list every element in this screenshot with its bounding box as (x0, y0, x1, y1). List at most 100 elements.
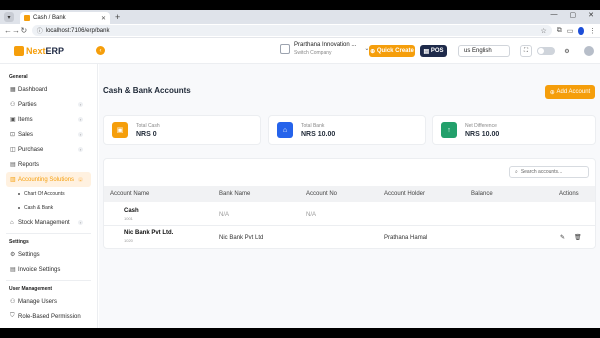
subitem-chart-of-accounts[interactable]: Chart Of Accounts (0, 187, 97, 201)
file-icon: ▤ (10, 162, 16, 168)
main-content: Cash & Bank Accounts ⊕ Add Account ▣ Tot… (99, 64, 600, 328)
table-row[interactable]: Nic Bank Pvt Ltd. 1020 Nic Bank Pvt Ltd P… (104, 227, 595, 249)
sidebar-item-stock[interactable]: ⌂ Stock Management › (0, 215, 97, 230)
browser-menu-icon[interactable]: ⋮ (589, 27, 596, 35)
settings-gear-icon[interactable]: ⚙ (561, 45, 573, 57)
card-label: Total Bank (301, 122, 325, 129)
theme-toggle[interactable] (537, 47, 555, 55)
card-value: NRS 10.00 (301, 130, 336, 138)
extensions-icon[interactable]: ⧉ (557, 27, 562, 35)
address-bar[interactable]: ⓘ localhost:7106/erp/bank ☆ (31, 25, 552, 36)
logo-text-next: Next (26, 45, 46, 56)
logo-mark-icon (14, 45, 24, 56)
company-name: Prarthana Innovation ... (294, 42, 357, 48)
tab-search-icon[interactable]: ▾ (4, 12, 14, 22)
accounts-table-panel: ⌕ Search accounts... Account Name Bank Na… (103, 158, 596, 249)
browser-tab[interactable]: Cash / Bank ✕ (20, 12, 110, 24)
sidebar-item-rbp[interactable]: ⛉ Role-Based Permission (0, 309, 97, 324)
profile-icon[interactable] (578, 26, 584, 35)
back-icon[interactable]: ← (4, 26, 12, 35)
maximize-icon[interactable]: ▢ (570, 11, 577, 19)
chevron-right-icon: › (78, 220, 83, 225)
sidebar-item-label: Stock Management (18, 219, 70, 226)
box-icon: ▣ (10, 117, 16, 123)
card-value: NRS 10.00 (465, 130, 500, 138)
section-settings: Settings (9, 239, 29, 245)
sidebar-item-sales[interactable]: ⊡ Sales › (0, 127, 97, 142)
total-cash-card: ▣ Total Cash NRS 0 (103, 115, 261, 145)
subitem-cash-bank[interactable]: Cash & Bank (0, 201, 97, 215)
delete-icon[interactable]: 🗑 (574, 234, 582, 241)
pos-label: POS (430, 48, 444, 54)
column-header[interactable]: Bank Name (219, 191, 250, 197)
divider (6, 233, 91, 234)
minimize-icon[interactable]: — (551, 11, 558, 19)
new-tab-icon[interactable]: + (115, 12, 120, 22)
sidebar-item-label: Sales (18, 131, 34, 138)
browser-window: ▾ Cash / Bank ✕ + — ▢ ✕ ← → ↻ ⓘ localhos… (0, 10, 600, 328)
sidebar-toggle-button[interactable]: ‹ (96, 46, 106, 55)
tab-close-icon[interactable]: ✕ (101, 15, 106, 22)
bank-name: N/A (219, 212, 230, 218)
sidebar-item-reports[interactable]: ▤ Reports (0, 157, 97, 172)
cash-icon: ▣ (112, 122, 128, 138)
close-window-icon[interactable]: ✕ (588, 11, 594, 19)
table-row[interactable]: Cash 1001 N/A N/A (104, 204, 595, 226)
sidebar-item-items[interactable]: ▣ Items › (0, 112, 97, 127)
section-general: General (9, 74, 28, 80)
card-label: Net Difference (465, 122, 497, 129)
app-header: Next ERP ‹ Prarthana Innovation ... Switc… (0, 38, 600, 64)
add-account-button[interactable]: ⊕ Add Account (545, 85, 595, 99)
account-name: Nic Bank Pvt Ltd. (124, 230, 174, 236)
address-bar-row: ← → ↻ ⓘ localhost:7106/erp/bank ☆ ⧉ ▭ ⋮ (0, 24, 600, 38)
fullscreen-icon[interactable]: ⛶ (520, 45, 532, 57)
column-header[interactable]: Balance (471, 191, 493, 197)
warehouse-icon: ⌂ (10, 219, 14, 226)
card-label: Total Cash (136, 122, 160, 129)
sidebar-item-label: Manage Users (18, 298, 58, 305)
reload-icon[interactable]: ↻ (20, 26, 28, 35)
column-header[interactable]: Account No (306, 191, 337, 197)
column-header[interactable]: Account Name (110, 191, 149, 197)
bookmark-star-icon[interactable]: ☆ (540, 27, 546, 35)
company-sub: Switch Company (294, 50, 332, 56)
search-placeholder: Search accounts... (520, 169, 563, 175)
users-icon: ⚇ (10, 299, 16, 305)
sidebar-item-label: Reports (18, 161, 40, 168)
site-info-icon[interactable]: ⓘ (37, 26, 43, 35)
sidebar-item-label: Items (18, 116, 33, 123)
window-controls: — ▢ ✕ (551, 11, 595, 19)
favicon-icon (24, 15, 30, 21)
bank-name: Nic Bank Pvt Ltd (219, 235, 264, 241)
net-difference-card: ↑ Net Difference NRS 10.00 (432, 115, 596, 145)
user-avatar[interactable] (584, 46, 594, 56)
search-icon: ⌕ (515, 169, 518, 175)
company-switcher[interactable]: Prarthana Innovation ... Switch Company … (280, 42, 369, 56)
chevron-right-icon: › (78, 132, 83, 137)
forward-icon[interactable]: → (12, 26, 20, 35)
sidebar-item-label: Parties (18, 101, 37, 108)
url-text: localhost:7106/erp/bank (45, 27, 110, 34)
sidebar-item-parties[interactable]: ⚇ Parties › (0, 97, 97, 112)
edit-icon[interactable]: ✎ (560, 234, 565, 241)
building-icon (280, 44, 290, 54)
account-holder: Prathana Hamal (384, 235, 428, 241)
sidebar-item-invoice-settings[interactable]: ▤ Invoice Settings (0, 262, 97, 277)
column-header: Actions (559, 191, 579, 197)
sidebar-item-settings[interactable]: ⚙ Settings (0, 247, 97, 262)
card-value: NRS 0 (136, 130, 157, 138)
language-select[interactable]: us English (458, 45, 510, 57)
bag-icon: ◫ (10, 147, 16, 153)
logo[interactable]: Next ERP (14, 45, 64, 56)
sidebar-item-manage-users[interactable]: ⚇ Manage Users (0, 294, 97, 309)
column-header[interactable]: Account Holder (384, 191, 425, 197)
pos-button[interactable]: ▤ POS (420, 45, 447, 57)
chevron-right-icon: › (78, 147, 83, 152)
search-input[interactable]: ⌕ Search accounts... (509, 166, 589, 178)
sidebar-item-purchase[interactable]: ◫ Purchase › (0, 142, 97, 157)
sidebar-item-dashboard[interactable]: ▦ Dashboard (0, 82, 97, 97)
sidebar-item-accounting[interactable]: ▥ Accounting Solutions ⌄ (6, 172, 91, 187)
sidepanel-icon[interactable]: ▭ (567, 27, 574, 35)
quick-create-button[interactable]: ⊕ Quick Create (369, 45, 415, 57)
table-header: Account Name Bank Name Account No Accoun… (104, 186, 595, 202)
